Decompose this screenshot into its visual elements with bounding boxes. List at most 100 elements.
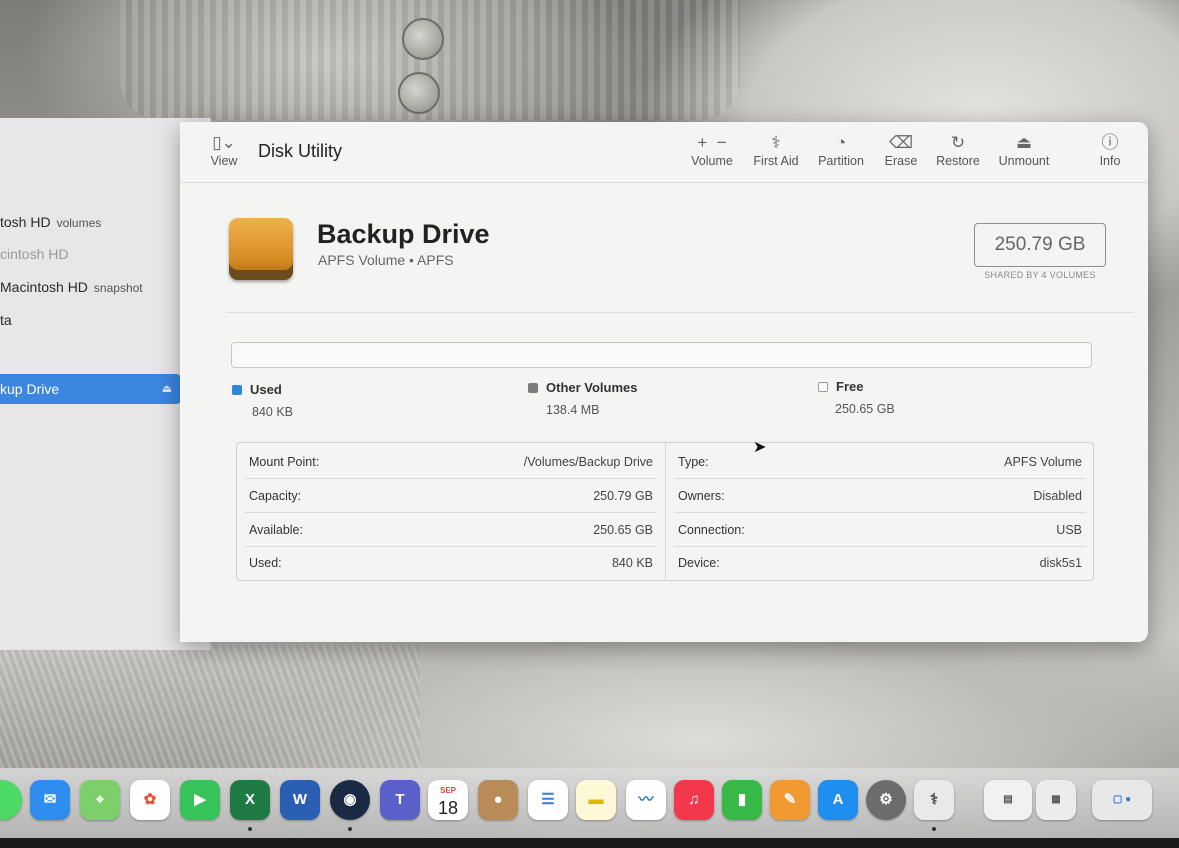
disk-utility-main: ▯⌄ View Disk Utility + − Volume ⚕ First … (180, 122, 1148, 642)
steam-icon[interactable]: ◉ (330, 780, 370, 820)
running-indicator (932, 827, 936, 831)
maps-icon[interactable]: ⌖ (80, 780, 120, 820)
sidebar-item-label: tosh HD (0, 214, 51, 230)
restore-arrow-icon: ↻ (950, 133, 966, 152)
capacity-badge: 250.79 GB (974, 223, 1106, 267)
sidebar-item-macintosh-hd-volumes[interactable]: tosh HD volumes (0, 208, 101, 236)
info-value: 250.79 GB (593, 489, 653, 503)
music-icon[interactable]: ♫ (674, 780, 714, 820)
preview-icon[interactable]: ▤ (984, 780, 1032, 820)
info-row-capacity: Capacity: 250.79 GB (245, 479, 657, 513)
calendar-icon[interactable]: SEP 18 (428, 780, 468, 820)
view-button[interactable]: ▯⌄ View (204, 132, 244, 168)
mouse-pointer-icon: ➤ (753, 439, 767, 456)
facetime-icon[interactable]: ▶ (180, 780, 220, 820)
drive-subtitle: APFS Volume • APFS (318, 252, 454, 268)
disk-utility-icon[interactable]: ⚕ (914, 780, 954, 820)
partition-label: Partition (818, 154, 864, 168)
partition-pie-icon: ◔ (835, 133, 847, 152)
info-key: Type: (678, 455, 709, 469)
legend-label: Free (836, 379, 864, 394)
window-title: Disk Utility (258, 141, 342, 161)
info-value: /Volumes/Backup Drive (523, 455, 653, 469)
teams-icon[interactable]: T (380, 780, 420, 820)
info-circle-icon: ⓘ (1101, 133, 1119, 152)
restore-label: Restore (936, 154, 980, 168)
toolbar: ▯⌄ View Disk Utility + − Volume ⚕ First … (180, 122, 1148, 183)
freeform-icon[interactable]: 〰 (626, 780, 666, 820)
notes-icon[interactable]: ▬ (576, 780, 616, 820)
screen-bezel (0, 838, 1179, 848)
unmount-button[interactable]: ⏏ Unmount (994, 132, 1054, 168)
info-key: Connection: (678, 523, 745, 537)
shared-volumes-note: SHARED BY 4 VOLUMES (984, 270, 1096, 280)
restore-button[interactable]: ↻ Restore (934, 132, 982, 168)
volume-label: Volume (691, 154, 733, 168)
running-indicator (348, 827, 352, 831)
info-row-owners: Owners: Disabled (674, 479, 1086, 513)
excel-letter: X (244, 791, 255, 808)
divider (226, 312, 1134, 313)
legend-other-volumes-value: 138.4 MB (546, 403, 600, 417)
calendar-day: 18 (437, 798, 459, 818)
sidebar-item-label: ta (0, 312, 12, 328)
other-volumes-swatch-icon (528, 383, 538, 393)
external-drive-icon (229, 218, 293, 280)
drive-name: Backup Drive (317, 219, 490, 249)
info-label: Info (1099, 154, 1121, 168)
sidebar-item-macintosh-hd-snapshot[interactable]: Macintosh HD snapshot (0, 273, 143, 301)
usage-bar (231, 342, 1092, 368)
info-row-connection: Connection: USB (674, 513, 1086, 547)
wallpaper-fur (0, 645, 420, 785)
info-column-right: Type: APFS Volume Owners: Disabled Conne… (665, 443, 1094, 580)
reminders-icon[interactable]: ☰ (528, 780, 568, 820)
erase-button[interactable]: ⌫ Erase (880, 132, 922, 168)
system-settings-icon[interactable]: ⚙ (866, 780, 906, 820)
view-label: View (210, 154, 238, 168)
info-key: Used: (249, 556, 282, 570)
word-letter: W (292, 791, 308, 808)
legend-used: Used (232, 382, 282, 397)
info-value: 840 KB (611, 556, 653, 570)
calendar-month: SEP (439, 786, 456, 795)
info-value: disk5s1 (1039, 556, 1082, 570)
info-row-used: Used: 840 KB (245, 546, 657, 579)
sidebar-item-label: cintosh HD (0, 246, 69, 262)
info-button[interactable]: ⓘ Info (1094, 132, 1126, 168)
sidebar-item-label: Macintosh HD (0, 279, 88, 295)
info-row-device: Device: disk5s1 (674, 546, 1086, 579)
contacts-icon[interactable]: ● (478, 780, 518, 820)
first-aid-button[interactable]: ⚕ First Aid (748, 132, 804, 168)
messages-icon[interactable] (0, 780, 22, 820)
sidebar-item-label: kup Drive (0, 381, 60, 397)
sidebar-item-macintosh-hd[interactable]: cintosh HD (0, 240, 68, 268)
sidebar-item-note: volumes (56, 216, 102, 230)
photos-icon[interactable]: ✿ (130, 780, 170, 820)
info-key: Device: (678, 556, 720, 570)
partition-button[interactable]: ◔ Partition (814, 132, 868, 168)
preview-icon-2[interactable]: ▦ (1036, 780, 1076, 820)
sidebar-item-note: snapshot (93, 281, 143, 295)
eject-icon[interactable]: ⏏ (162, 374, 172, 404)
sidebar-toggle-icon: ▯⌄ (212, 133, 236, 152)
excel-icon[interactable]: X (230, 780, 270, 820)
info-row-type: Type: APFS Volume (674, 445, 1086, 479)
sidebar-item-backup-drive[interactable]: kup Drive ⏏ (0, 374, 182, 404)
app-store-icon[interactable]: A (818, 780, 858, 820)
pages-icon[interactable]: ✎ (770, 780, 810, 820)
info-row-available: Available: 250.65 GB (245, 513, 657, 547)
downloads-icon[interactable]: ▢ ● (1092, 780, 1152, 820)
info-value: APFS Volume (1004, 455, 1082, 469)
mail-icon[interactable]: ✉ (30, 780, 70, 820)
legend-other-volumes: Other Volumes (528, 380, 638, 395)
sidebar-item-data[interactable]: ta (0, 306, 12, 334)
info-key: Mount Point: (249, 455, 320, 469)
numbers-icon[interactable]: ▮ (722, 780, 762, 820)
info-column-left: Mount Point: /Volumes/Backup Drive Capac… (237, 443, 665, 580)
info-value: Disabled (1033, 489, 1082, 503)
wallpaper-button (402, 18, 444, 60)
legend-label: Other Volumes (546, 380, 638, 395)
volume-button[interactable]: + − Volume (686, 132, 738, 168)
info-key: Capacity: (249, 489, 302, 503)
word-icon[interactable]: W (280, 780, 320, 820)
